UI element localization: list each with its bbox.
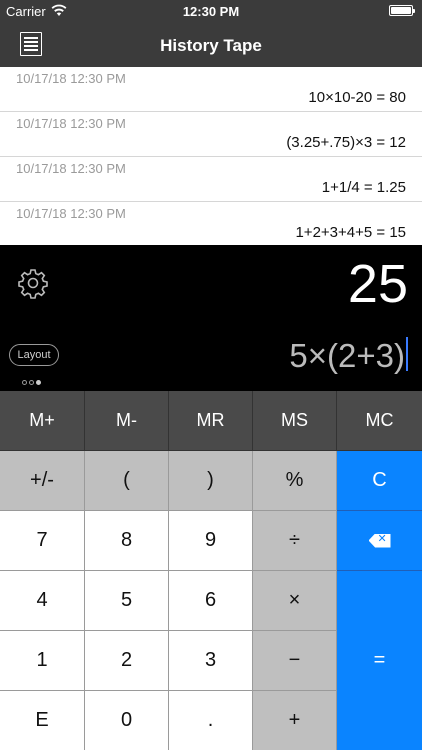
history-expression: 10×10-20 = 80 (308, 89, 406, 106)
clock: 12:30 PM (182, 4, 240, 19)
list-item[interactable]: 10/17/18 12:30 PM 10×10-20 = 80 (0, 67, 422, 112)
digit-1-button[interactable]: 1 (0, 631, 85, 691)
memory-recall-button[interactable]: MR (169, 391, 253, 451)
top-bar: Carrier 12:30 PM History Tape (0, 0, 422, 67)
layout-button[interactable]: Layout (9, 344, 59, 366)
page-indicator[interactable] (22, 372, 43, 390)
digit-6-button[interactable]: 6 (169, 571, 253, 631)
page-dot (22, 380, 27, 385)
list-item[interactable]: 10/17/18 12:30 PM (3.25+.75)×3 = 12 (0, 112, 422, 157)
history-expression: 1+2+3+4+5 = 15 (295, 224, 406, 241)
calculator-display: 25 Layout 5×(2+3) (0, 245, 422, 391)
text-caret (406, 337, 408, 371)
history-expression: (3.25+.75)×3 = 12 (286, 134, 406, 151)
history-date: 10/17/18 12:30 PM (16, 206, 126, 221)
history-list: 10/17/18 12:30 PM 10×10-20 = 80 10/17/18… (0, 67, 422, 245)
digit-8-button[interactable]: 8 (85, 511, 169, 571)
digit-7-button[interactable]: 7 (0, 511, 85, 571)
backspace-button[interactable] (337, 511, 422, 571)
close-paren-button[interactable]: ) (169, 451, 253, 511)
digit-5-button[interactable]: 5 (85, 571, 169, 631)
list-item[interactable]: 10/17/18 12:30 PM 1+1/4 = 1.25 (0, 157, 422, 202)
digit-4-button[interactable]: 4 (0, 571, 85, 631)
multiply-button[interactable]: × (253, 571, 337, 631)
history-expression: 1+1/4 = 1.25 (321, 179, 406, 196)
expression-text: 5×(2+3) (289, 337, 405, 374)
history-date: 10/17/18 12:30 PM (16, 116, 126, 131)
exponent-button[interactable]: E (0, 691, 85, 750)
divide-button[interactable]: ÷ (253, 511, 337, 571)
result-value: 25 (347, 254, 408, 314)
page-title: History Tape (160, 36, 262, 55)
history-date: 10/17/18 12:30 PM (16, 71, 126, 86)
page-dot (29, 380, 34, 385)
expression-input[interactable]: 5×(2+3) (289, 337, 408, 375)
gear-icon[interactable] (17, 267, 49, 299)
keypad: M+ M- MR MS MC +/- ( ) % C 7 8 9 ÷ 4 5 6… (0, 391, 422, 750)
battery-icon (389, 5, 415, 16)
digit-0-button[interactable]: 0 (85, 691, 169, 750)
status-bar: Carrier 12:30 PM (0, 0, 422, 22)
memory-store-button[interactable]: MS (253, 391, 337, 451)
digit-3-button[interactable]: 3 (169, 631, 253, 691)
open-paren-button[interactable]: ( (85, 451, 169, 511)
digit-2-button[interactable]: 2 (85, 631, 169, 691)
clear-button[interactable]: C (337, 451, 422, 511)
page-dot-active (36, 380, 41, 385)
list-item[interactable]: 10/17/18 12:30 PM 1+2+3+4+5 = 15 (0, 202, 422, 247)
backspace-icon (368, 533, 391, 548)
memory-subtract-button[interactable]: M- (85, 391, 169, 451)
minus-button[interactable]: − (253, 631, 337, 691)
memory-add-button[interactable]: M+ (0, 391, 85, 451)
memory-clear-button[interactable]: MC (337, 391, 422, 451)
percent-button[interactable]: % (253, 451, 337, 511)
plus-button[interactable]: + (253, 691, 337, 750)
digit-9-button[interactable]: 9 (169, 511, 253, 571)
decimal-button[interactable]: . (169, 691, 253, 750)
equals-button[interactable]: = (337, 571, 422, 750)
sign-toggle-button[interactable]: +/- (0, 451, 85, 511)
history-date: 10/17/18 12:30 PM (16, 161, 126, 176)
